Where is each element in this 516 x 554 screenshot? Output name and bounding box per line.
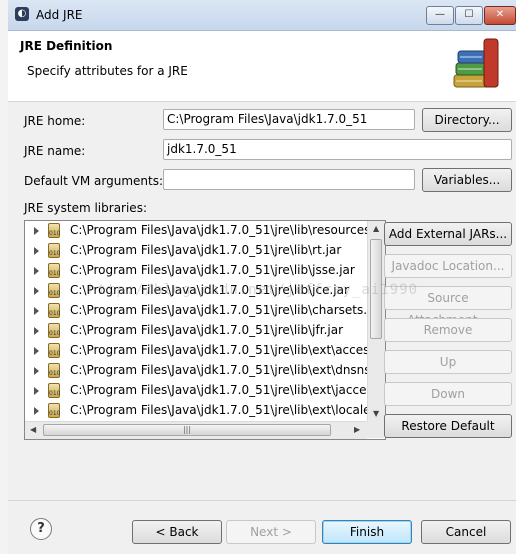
maximize-button[interactable]: ☐ — [455, 6, 483, 25]
jar-icon: 010 — [48, 263, 60, 278]
library-row[interactable]: 010 C:\Program Files\Java\jdk1.7.0_51\jre… — [25, 401, 367, 421]
library-row[interactable]: 010 C:\Program Files\Java\jdk1.7.0_51\jre… — [25, 261, 367, 281]
scroll-right-arrow-icon[interactable]: ▶ — [354, 425, 360, 434]
watermark-text: http://blog.csdn.net/jeffrey_ai1990 — [88, 282, 419, 298]
horizontal-scroll-thumb[interactable]: ||| — [43, 424, 331, 436]
jar-icon: 010 — [48, 383, 60, 398]
scroll-corner — [367, 421, 384, 438]
expand-arrow-icon[interactable] — [34, 287, 39, 295]
page-title: JRE Definition — [20, 39, 113, 53]
close-button[interactable]: ✕ — [484, 6, 516, 25]
expand-arrow-icon[interactable] — [34, 227, 39, 235]
directory-button[interactable]: Directory... — [422, 108, 512, 132]
cancel-button[interactable]: Cancel — [421, 520, 511, 544]
jar-icon: 010 — [48, 303, 60, 318]
library-row[interactable]: 010 C:\Program Files\Java\jdk1.7.0_51\jre… — [25, 241, 367, 261]
expand-arrow-icon[interactable] — [34, 387, 39, 395]
expand-arrow-icon[interactable] — [34, 407, 39, 415]
books-icon — [453, 38, 499, 88]
library-row[interactable]: 010 C:\Program Files\Java\jdk1.7.0_51\jre… — [25, 361, 367, 381]
jar-icon: 010 — [48, 363, 60, 378]
next-button[interactable]: Next > — [226, 520, 316, 544]
library-row[interactable]: 010 C:\Program Files\Java\jdk1.7.0_51\jre… — [25, 341, 367, 361]
back-button[interactable]: < Back — [132, 520, 222, 544]
variables-button[interactable]: Variables... — [422, 168, 512, 192]
title-bar[interactable]: ◐ Add JRE — ☐ ✕ — [8, 0, 516, 31]
jar-icon: 010 — [48, 283, 60, 298]
vm-arguments-input[interactable] — [163, 169, 415, 190]
jre-home-label: JRE home: — [24, 114, 86, 128]
wizard-body: JRE home: C:\Program Files\Java\jdk1.7.0… — [8, 102, 516, 554]
add-jre-dialog: ◐ Add JRE — ☐ ✕ JRE Definition Specify a… — [8, 0, 516, 554]
jar-icon: 010 — [48, 343, 60, 358]
page-subtitle: Specify attributes for a JRE — [27, 64, 188, 78]
eclipse-icon: ◐ — [15, 7, 29, 21]
jar-icon: 010 — [48, 323, 60, 338]
footer-separator — [8, 500, 516, 501]
jar-icon: 010 — [48, 403, 60, 418]
vertical-scrollbar[interactable]: ▲ ▼ — [367, 221, 385, 421]
libraries-list[interactable]: 010 C:\Program Files\Java\jdk1.7.0_51\jre… — [24, 220, 386, 440]
add-external-jars-button[interactable]: Add External JARs... — [384, 222, 512, 246]
horizontal-scrollbar[interactable]: ◀ ||| ▶ — [25, 421, 367, 439]
expand-arrow-icon[interactable] — [34, 327, 39, 335]
expand-arrow-icon[interactable] — [34, 367, 39, 375]
javadoc-location-button[interactable]: Javadoc Location... — [384, 254, 512, 278]
scroll-left-arrow-icon[interactable]: ◀ — [30, 425, 36, 434]
jar-icon: 010 — [48, 223, 60, 238]
wizard-header: JRE Definition Specify attributes for a … — [8, 31, 516, 102]
vm-arguments-label: Default VM arguments: — [24, 174, 164, 188]
remove-button[interactable]: Remove — [384, 318, 512, 342]
expand-arrow-icon[interactable] — [34, 347, 39, 355]
jar-icon: 010 — [48, 243, 60, 258]
library-row[interactable]: 010 C:\Program Files\Java\jdk1.7.0_51\jre… — [25, 221, 367, 241]
down-button[interactable]: Down — [384, 382, 512, 406]
library-row[interactable]: 010 C:\Program Files\Java\jdk1.7.0_51\jre… — [25, 321, 367, 341]
expand-arrow-icon[interactable] — [34, 307, 39, 315]
up-button[interactable]: Up — [384, 350, 512, 374]
system-libraries-label: JRE system libraries: — [24, 201, 147, 215]
scroll-up-arrow-icon[interactable]: ▲ — [373, 224, 379, 233]
restore-default-button[interactable]: Restore Default — [384, 414, 512, 438]
jre-name-label: JRE name: — [24, 144, 86, 158]
finish-button[interactable]: Finish — [322, 520, 412, 544]
minimize-button[interactable]: — — [426, 6, 454, 25]
expand-arrow-icon[interactable] — [34, 267, 39, 275]
help-icon[interactable]: ? — [30, 518, 52, 540]
window-title: Add JRE — [36, 8, 83, 22]
jre-home-input[interactable]: C:\Program Files\Java\jdk1.7.0_51 — [163, 109, 415, 130]
jre-name-input[interactable]: jdk1.7.0_51 — [163, 139, 512, 160]
scroll-down-arrow-icon[interactable]: ▼ — [373, 409, 379, 418]
library-row[interactable]: 010 C:\Program Files\Java\jdk1.7.0_51\jre… — [25, 381, 367, 401]
expand-arrow-icon[interactable] — [34, 247, 39, 255]
library-row[interactable]: 010 C:\Program Files\Java\jdk1.7.0_51\jre… — [25, 301, 367, 321]
